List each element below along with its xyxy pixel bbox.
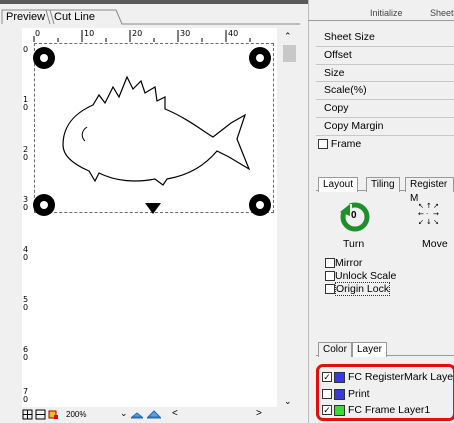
origin-lock-label: Origin Lock bbox=[335, 282, 391, 296]
ruler-top-label: 10 bbox=[84, 29, 95, 38]
option-unlock-scale[interactable]: Unlock Scale bbox=[325, 270, 396, 282]
zoom-dropdown-icon[interactable]: ⌄ bbox=[120, 408, 128, 419]
scroll-down-icon[interactable]: ⌄ bbox=[284, 396, 292, 407]
menu-size[interactable]: Size bbox=[324, 64, 344, 82]
register-mark-icon bbox=[33, 194, 55, 216]
register-mark-icon bbox=[249, 194, 271, 216]
bottom-toolbar: 200% ⌄ < > bbox=[22, 407, 298, 423]
ruler-left-label: 1 0 bbox=[23, 95, 29, 112]
move-label: Move bbox=[422, 238, 448, 250]
turn-angle: 0 bbox=[351, 210, 357, 221]
scroll-thumb[interactable] bbox=[283, 45, 296, 62]
highlight-box bbox=[316, 364, 454, 421]
separator bbox=[316, 46, 454, 47]
svg-text:↖: ↖ bbox=[418, 202, 424, 210]
menu-copy[interactable]: Copy bbox=[324, 99, 349, 117]
separator bbox=[316, 81, 454, 82]
ruler-left-label: 3 0 bbox=[23, 195, 29, 212]
ruler-left-label: 2 0 bbox=[23, 145, 29, 162]
svg-text:→: → bbox=[433, 210, 439, 218]
ruler-left-label: 5 0 bbox=[23, 295, 29, 312]
unlock-scale-label: Unlock Scale bbox=[335, 270, 397, 282]
mirror-label: Mirror bbox=[335, 257, 363, 269]
tab-layout[interactable]: Layout bbox=[318, 177, 359, 192]
ruler-top-label: 40 bbox=[228, 29, 239, 38]
turn-label: Turn bbox=[343, 238, 365, 250]
scroll-up-icon[interactable]: ⌃ bbox=[284, 31, 292, 42]
move-arrows-icon: ↖ ↑ ↗ ← · → ↙ ↓ ↘ bbox=[418, 202, 439, 226]
split-view-icon bbox=[35, 409, 46, 420]
frame-label: Frame bbox=[330, 138, 362, 150]
ruler-top-label: 20 bbox=[132, 29, 143, 38]
header-divider bbox=[308, 20, 454, 21]
svg-text:↙: ↙ bbox=[418, 218, 424, 226]
menu-copy-margin[interactable]: Copy Margin bbox=[324, 117, 384, 135]
mirror-checkbox[interactable] bbox=[325, 258, 335, 269]
ruler-left-label: 6 0 bbox=[23, 345, 29, 362]
svg-text:↘: ↘ bbox=[433, 218, 439, 226]
register-mark-icon bbox=[33, 47, 55, 69]
move-button[interactable]: ↖ ↑ ↗ ← · → ↙ ↓ ↘ Move bbox=[418, 198, 454, 256]
menu-sheet-size[interactable]: Sheet Size bbox=[324, 28, 375, 46]
ruler-top: 0 10 20 30 40 bbox=[22, 28, 277, 43]
ruler-left-label: 7 0 bbox=[23, 387, 29, 404]
grid-icon bbox=[22, 409, 33, 420]
svg-text:↑: ↑ bbox=[426, 202, 432, 210]
tab-tiling[interactable]: Tiling bbox=[366, 177, 400, 192]
sheet-tab[interactable]: Sheet bbox=[430, 8, 454, 18]
tab-layer[interactable]: Layer bbox=[352, 342, 388, 357]
turn-button[interactable]: 0 Turn bbox=[336, 198, 376, 256]
svg-text:←: ← bbox=[418, 210, 424, 218]
ruler-top-label: 0 bbox=[35, 29, 41, 38]
zoom-in-icon bbox=[146, 410, 162, 419]
unlock-scale-checkbox[interactable] bbox=[325, 271, 335, 282]
svg-text:↗: ↗ bbox=[433, 202, 439, 210]
initialize-tab[interactable]: Initialize bbox=[370, 8, 403, 18]
vertical-scrollbar[interactable] bbox=[280, 28, 298, 408]
tab-color[interactable]: Color bbox=[318, 342, 352, 357]
scroll-left-icon[interactable]: < bbox=[172, 408, 178, 419]
scroll-right-icon[interactable]: > bbox=[256, 408, 262, 419]
menu-scale[interactable]: Scale(%) bbox=[324, 81, 367, 99]
zoom-level[interactable]: 200% bbox=[66, 410, 86, 419]
separator bbox=[316, 64, 454, 65]
frame-checkbox[interactable] bbox=[318, 139, 328, 150]
fish-shape[interactable] bbox=[55, 65, 255, 190]
zoom-out-icon bbox=[130, 412, 144, 419]
paint-bucket-icon bbox=[48, 410, 58, 419]
svg-text:↓: ↓ bbox=[426, 218, 432, 226]
option-mirror[interactable]: Mirror bbox=[325, 257, 362, 269]
direction-arrow-icon bbox=[145, 203, 161, 214]
tab-register-mark[interactable]: Register M bbox=[405, 177, 454, 204]
ruler-left-label: 0 bbox=[23, 45, 29, 54]
origin-lock-checkbox[interactable] bbox=[325, 284, 335, 295]
tab-outline bbox=[1, 9, 300, 25]
menu-offset[interactable]: Offset bbox=[324, 46, 352, 64]
svg-text:·: · bbox=[426, 210, 428, 218]
ruler-top-label: 30 bbox=[180, 29, 191, 38]
option-origin-lock[interactable]: Origin Lock bbox=[325, 282, 391, 296]
ruler-left-label: 4 0 bbox=[23, 245, 29, 262]
frame-option[interactable]: Frame bbox=[318, 135, 361, 153]
